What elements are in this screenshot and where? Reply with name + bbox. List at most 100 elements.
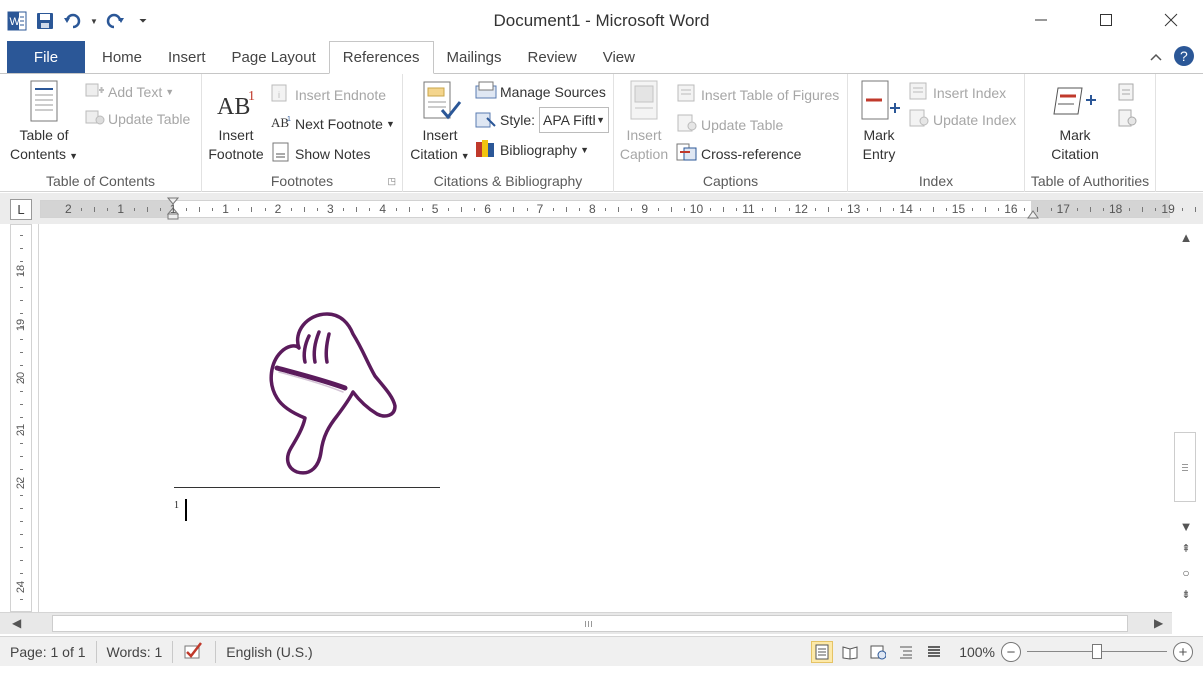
tab-insert[interactable]: Insert bbox=[155, 42, 219, 73]
vertical-ruler-tick bbox=[20, 430, 23, 431]
insert-citation-button[interactable]: Insert Citation ▼ bbox=[405, 80, 475, 166]
ruler-tick bbox=[290, 208, 292, 211]
tab-selector-button[interactable]: L bbox=[10, 199, 32, 220]
insert-table-of-figures-button[interactable]: Insert Table of Figures bbox=[676, 84, 839, 105]
ruler-tick bbox=[94, 207, 96, 212]
ruler-number: 15 bbox=[951, 202, 966, 216]
minimize-icon[interactable] bbox=[1008, 0, 1073, 40]
horizontal-ruler[interactable]: 2 1 1 1 2 3 4 5 6 7 8 9 10 11 12 13 14 15 16 17 18 19 bbox=[40, 197, 1196, 220]
tab-file[interactable]: File bbox=[7, 41, 85, 73]
next-footnote-button[interactable]: AB 1 Next Footnote ▼ bbox=[270, 113, 395, 134]
vertical-scroll-thumb[interactable] bbox=[1174, 432, 1196, 502]
previous-page-icon[interactable]: ⇞ bbox=[1172, 542, 1200, 555]
zoom-out-icon[interactable]: − bbox=[1001, 642, 1021, 662]
word-count[interactable]: Words: 1 bbox=[97, 640, 174, 663]
ruler-tick bbox=[985, 207, 986, 212]
group-citations-bibliography: Insert Citation ▼ Manage Sources Style: A… bbox=[403, 74, 614, 192]
mark-citation-button[interactable]: Mark Citation bbox=[1039, 80, 1111, 164]
proofing-status[interactable] bbox=[173, 640, 217, 663]
outline-view-icon[interactable] bbox=[895, 641, 917, 663]
print-layout-view-icon[interactable] bbox=[811, 641, 834, 663]
zoom-level[interactable]: 100% bbox=[959, 644, 995, 660]
tab-page-layout[interactable]: Page Layout bbox=[219, 42, 329, 73]
ruler-tick bbox=[1050, 208, 1052, 211]
ruler-tick bbox=[762, 208, 764, 211]
tab-home[interactable]: Home bbox=[89, 42, 155, 73]
tab-review[interactable]: Review bbox=[515, 42, 590, 73]
scroll-up-icon[interactable]: ▲ bbox=[1172, 230, 1200, 245]
ruler-tick bbox=[657, 208, 659, 211]
minimize-ribbon-icon[interactable] bbox=[1149, 50, 1163, 66]
ruler-tick bbox=[1102, 208, 1104, 211]
vertical-ruler-tick bbox=[20, 521, 23, 522]
horizontal-scroll-thumb[interactable] bbox=[52, 615, 1128, 632]
ruler-tick bbox=[500, 208, 502, 211]
add-text-button[interactable]: Add Text ▼ bbox=[85, 82, 174, 101]
next-page-icon[interactable]: ⇟ bbox=[1172, 588, 1200, 601]
table-of-contents-button[interactable]: Table of Contents ▼ bbox=[8, 80, 80, 166]
ruler-tick bbox=[552, 208, 554, 211]
vertical-ruler[interactable]: 18 19 20 21 22 24 bbox=[10, 224, 32, 612]
document-page[interactable]: 1 bbox=[38, 224, 1172, 612]
ruler-number: 1 bbox=[222, 202, 229, 216]
bibliography-button[interactable]: Bibliography ▼ bbox=[475, 138, 589, 161]
maximize-icon[interactable] bbox=[1073, 0, 1138, 40]
manage-sources-label: Manage Sources bbox=[500, 83, 606, 100]
ruler-tick bbox=[683, 208, 685, 211]
ruler-tick bbox=[395, 208, 397, 211]
right-margin-shade bbox=[1031, 201, 1169, 217]
insert-index-button[interactable]: Insert Index bbox=[908, 82, 1006, 103]
ruler-bar: L 2 1 1 1 2 3 4 5 6 7 8 9 10 11 12 13 14 15 16 17 18 19 bbox=[0, 193, 1203, 224]
ruler-number: 5 bbox=[431, 202, 439, 216]
mark-entry-button[interactable]: Mark Entry bbox=[854, 80, 904, 164]
zoom-slider-knob[interactable] bbox=[1092, 644, 1102, 659]
footnotes-dialog-launcher-icon[interactable]: ◳ bbox=[387, 176, 396, 187]
full-screen-reading-view-icon[interactable] bbox=[839, 641, 861, 663]
update-index-button[interactable]: Update Index bbox=[908, 109, 1016, 130]
vertical-ruler-tick bbox=[20, 560, 23, 561]
insert-caption-button[interactable]: Insert Caption bbox=[616, 80, 672, 164]
footnote-separator bbox=[174, 487, 440, 488]
mark-entry-icon bbox=[856, 80, 902, 124]
text-cursor bbox=[185, 499, 187, 521]
scroll-left-icon[interactable]: ◀ bbox=[12, 616, 21, 630]
zoom-slider[interactable] bbox=[1027, 641, 1167, 663]
scroll-down-icon[interactable]: ▼ bbox=[1172, 519, 1200, 534]
update-table-of-authorities-icon[interactable] bbox=[1117, 108, 1139, 131]
style-dropdown[interactable]: APA Fifth ▼ bbox=[539, 107, 610, 133]
ruler-number: 10 bbox=[689, 202, 704, 216]
vertical-scrollbar[interactable]: ▲ ▼ ⇞ ○ ⇟ bbox=[1172, 224, 1200, 612]
update-table-toc-label: Update Table bbox=[108, 110, 191, 127]
insert-endnote-button[interactable]: i Insert Endnote bbox=[270, 84, 386, 105]
zoom-in-icon[interactable]: + bbox=[1173, 642, 1193, 662]
page-count[interactable]: Page: 1 of 1 bbox=[0, 640, 97, 663]
language-indicator[interactable]: English (U.S.) bbox=[216, 641, 322, 663]
scroll-right-icon[interactable]: ▶ bbox=[1154, 616, 1163, 630]
ruler-number: 12 bbox=[794, 202, 808, 216]
pointing-hand-image bbox=[269, 312, 397, 475]
draft-view-icon[interactable] bbox=[923, 641, 945, 663]
close-icon[interactable] bbox=[1138, 0, 1203, 40]
show-notes-button[interactable]: Show Notes bbox=[270, 142, 370, 165]
group-index: Mark Entry Insert Index Update Index Ind… bbox=[848, 74, 1025, 192]
web-layout-view-icon[interactable] bbox=[867, 641, 889, 663]
update-table-captions-button[interactable]: Update Table bbox=[676, 114, 783, 135]
cross-reference-button[interactable]: Cross-reference bbox=[676, 142, 801, 165]
bibliography-icon bbox=[475, 138, 497, 161]
ruler-number: 2 bbox=[65, 202, 72, 216]
insert-table-of-authorities-icon[interactable] bbox=[1117, 82, 1139, 105]
vertical-ruler-number: 24 bbox=[15, 580, 28, 594]
update-table-toc-button[interactable]: Update Table bbox=[85, 109, 190, 128]
help-icon[interactable]: ? bbox=[1173, 45, 1195, 70]
horizontal-scrollbar[interactable]: ◀ ▶ bbox=[0, 612, 1172, 634]
insert-footnote-button[interactable]: AB 1 Insert Footnote bbox=[205, 84, 267, 164]
tab-mailings[interactable]: Mailings bbox=[434, 42, 515, 73]
select-browse-object-icon[interactable]: ○ bbox=[1172, 566, 1200, 580]
vertical-ruler-tick bbox=[20, 586, 23, 587]
manage-sources-button[interactable]: Manage Sources bbox=[475, 81, 606, 102]
tab-view[interactable]: View bbox=[590, 42, 648, 73]
tab-references[interactable]: References bbox=[328, 41, 434, 74]
mark-citation-label-2: Citation bbox=[1051, 146, 1099, 162]
svg-text:AB: AB bbox=[217, 94, 250, 120]
insert-footnote-label-2: Footnote bbox=[208, 146, 264, 162]
